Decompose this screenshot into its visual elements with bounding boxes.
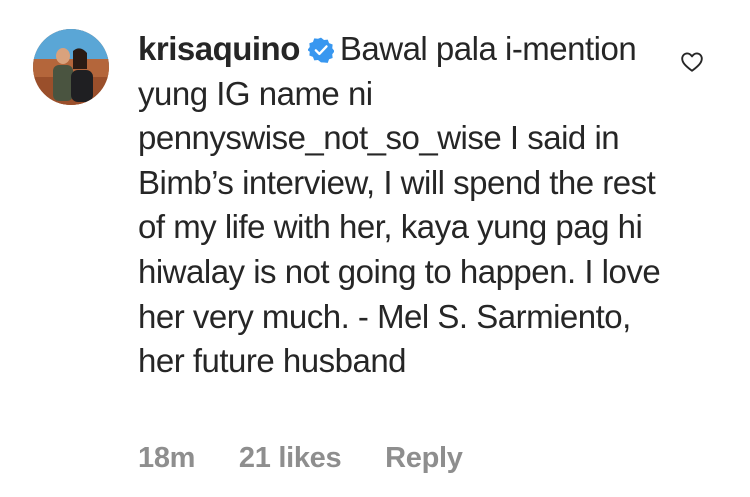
verified-badge-icon	[307, 37, 334, 63]
comment-username[interactable]: krisaquino	[138, 30, 300, 67]
avatar-image	[33, 29, 109, 105]
comment-time[interactable]: 18m	[138, 442, 195, 474]
heart-outline-icon[interactable]	[680, 50, 704, 74]
comment-likes[interactable]: 21 likes	[239, 442, 342, 474]
comment-text: Bawal pala i-mention yung IG name ni pen…	[138, 30, 661, 380]
reply-button[interactable]: Reply	[385, 442, 463, 474]
comment-text-block: krisaquino Bawal pala i-mention yung IG n…	[138, 27, 668, 384]
comment-body: krisaquino Bawal pala i-mention yung IG n…	[138, 27, 668, 384]
avatar[interactable]	[33, 29, 109, 105]
comment-meta: 18m 21 likes Reply	[138, 442, 463, 475]
comment: krisaquino Bawal pala i-mention yung IG n…	[0, 0, 750, 497]
